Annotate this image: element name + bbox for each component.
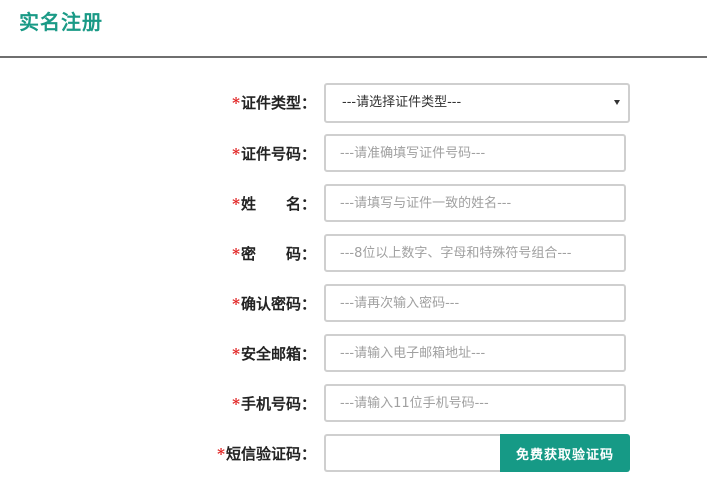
email-label-text: 安全邮箱： [240,345,316,363]
sms-code-label-text: 短信验证码： [225,445,316,463]
required-mark: * [232,145,240,163]
required-mark: * [232,94,240,112]
id-number-input[interactable] [324,134,626,172]
password-label: *密 码： [232,234,316,274]
confirm-password-label-text: 确认密码： [240,295,316,313]
phone-label-text: 手机号码： [240,395,316,413]
row-id-type: *证件类型： ---请选择证件类型--- [0,83,707,123]
id-type-select[interactable]: ---请选择证件类型--- [324,83,630,123]
name-label: *姓 名： [232,184,316,224]
required-mark: * [232,195,240,213]
id-type-selected-value: ---请选择证件类型--- [342,95,462,110]
registration-page: 实名注册 *证件类型： ---请选择证件类型--- *证件号码： *姓 名： *… [0,0,707,489]
id-number-label-text: 证件号码： [240,145,316,163]
phone-label: *手机号码： [232,384,316,424]
email-input[interactable] [324,334,626,372]
confirm-password-input[interactable] [324,284,626,322]
sms-code-label: *短信验证码： [217,434,316,474]
row-sms-code: *短信验证码： 免费获取验证码 [0,434,707,474]
caret-down-icon [614,100,620,105]
name-input[interactable] [324,184,626,222]
row-password: *密 码： [0,234,707,274]
email-label: *安全邮箱： [232,334,316,374]
required-mark: * [232,245,240,263]
confirm-password-label: *确认密码： [232,284,316,324]
password-label-text: 密 码： [240,245,316,263]
password-input[interactable] [324,234,626,272]
required-mark: * [232,295,240,313]
get-sms-code-button[interactable]: 免费获取验证码 [500,434,630,472]
page-title: 实名注册 [19,10,103,34]
header-divider [0,56,707,58]
row-id-number: *证件号码： [0,134,707,174]
phone-input[interactable] [324,384,626,422]
id-type-label: *证件类型： [232,83,316,123]
required-mark: * [217,445,225,463]
id-number-label: *证件号码： [232,134,316,174]
required-mark: * [232,345,240,363]
row-phone: *手机号码： [0,384,707,424]
id-type-label-text: 证件类型： [240,94,316,112]
required-mark: * [232,395,240,413]
row-confirm-password: *确认密码： [0,284,707,324]
sms-code-input[interactable] [324,434,500,472]
name-label-text: 姓 名： [240,195,316,213]
row-email: *安全邮箱： [0,334,707,374]
row-name: *姓 名： [0,184,707,224]
